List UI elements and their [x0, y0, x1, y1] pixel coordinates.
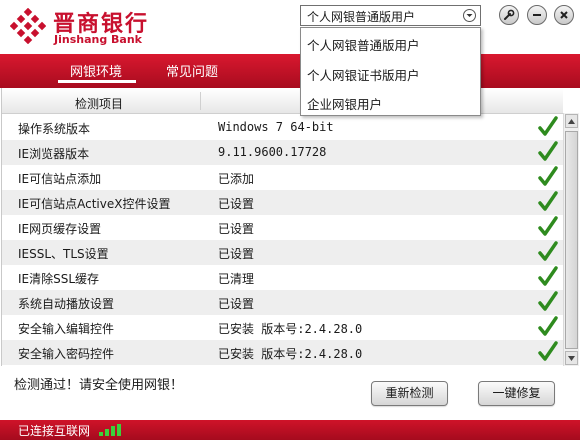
tab-faq[interactable]: 常见问题	[166, 61, 218, 80]
check-item-label: IE浏览器版本	[18, 147, 90, 161]
user-type-option[interactable]: 个人网银普通版用户	[307, 35, 420, 54]
table-row: IE可信站点添加 已添加	[2, 165, 563, 190]
table-row: 系统自动播放设置 已设置	[2, 290, 563, 315]
check-item-status: 已设置	[218, 297, 255, 311]
check-icon	[538, 266, 558, 286]
signal-icon	[99, 424, 121, 436]
user-type-select[interactable]: 个人网银普通版用户	[300, 5, 481, 26]
check-icon	[538, 166, 558, 186]
check-item-status: 已设置	[218, 222, 255, 236]
wrench-icon	[504, 9, 515, 20]
status-bar: 已连接互联网	[0, 420, 580, 440]
check-item-status: 已添加	[218, 172, 255, 186]
check-item-label: IE可信站点添加	[18, 172, 102, 186]
connection-status: 已连接互联网	[18, 424, 91, 438]
check-icon	[538, 241, 558, 261]
check-item-status: 已安装 版本号:2.4.28.0	[218, 322, 363, 336]
table-row: IE网页缓存设置 已设置	[2, 215, 563, 240]
scroll-down-button[interactable]	[565, 351, 578, 365]
check-item-status: 已安装 版本号:2.4.28.0	[218, 347, 363, 361]
table-scrollbar[interactable]	[563, 113, 579, 366]
check-item-label: IESSL、TLS设置	[18, 247, 109, 261]
table-row: 安全输入密码控件 已安装 版本号:2.4.28.0	[2, 340, 563, 365]
table-row: IE清除SSL缓存 已清理	[2, 265, 563, 290]
check-icon	[538, 316, 558, 336]
table-row: 安全输入编辑控件 已安装 版本号:2.4.28.0	[2, 315, 563, 340]
check-item-status: 已清理	[218, 272, 255, 286]
chevron-down-icon[interactable]	[463, 9, 476, 22]
tab-environment[interactable]: 网银环境	[70, 61, 122, 80]
check-item-label: 安全输入密码控件	[18, 347, 115, 361]
check-item-status: 已设置	[218, 247, 255, 261]
check-item-label: IE网页缓存设置	[18, 222, 102, 236]
user-type-selected: 个人网银普通版用户	[307, 10, 416, 24]
minimize-button[interactable]	[527, 5, 547, 25]
bank-logo-icon	[10, 8, 46, 44]
one-click-repair-button[interactable]: 一键修复	[478, 381, 555, 406]
check-item-label: 系统自动播放设置	[18, 297, 115, 311]
check-item-status: 已设置	[218, 197, 255, 211]
check-icon	[538, 141, 558, 161]
check-item-label: IE清除SSL缓存	[18, 272, 100, 286]
check-icon	[538, 216, 558, 236]
tools-button[interactable]	[499, 5, 519, 25]
table-row: 操作系统版本 Windows 7 64-bit	[2, 115, 563, 140]
close-button[interactable]	[554, 5, 574, 25]
check-icon	[538, 116, 558, 136]
user-type-option[interactable]: 个人网银证书版用户	[307, 65, 420, 84]
check-item-label: 操作系统版本	[18, 122, 91, 136]
active-tab-indicator	[58, 80, 136, 83]
bank-logo: 晋商银行 Jinshang Bank	[10, 6, 200, 48]
check-item-label: 安全输入编辑控件	[18, 322, 115, 336]
recheck-button[interactable]: 重新检测	[371, 381, 448, 406]
chevron-up-icon	[568, 118, 575, 124]
result-message: 检测通过！请安全使用网银！	[14, 378, 184, 393]
check-item-label: IE可信站点ActiveX控件设置	[18, 197, 171, 211]
user-type-option[interactable]: 企业网银用户	[307, 94, 382, 113]
scrollbar-thumb[interactable]	[565, 131, 578, 349]
check-icon	[538, 341, 558, 361]
chevron-down-icon	[568, 355, 575, 361]
minimize-icon	[533, 14, 541, 16]
check-icon	[538, 191, 558, 211]
header-divider	[200, 92, 201, 110]
user-type-menu: 个人网银普通版用户 个人网银证书版用户 企业网银用户	[300, 27, 481, 116]
table-row: IE浏览器版本 9.11.9600.17728	[2, 140, 563, 165]
bank-name-en: Jinshang Bank	[54, 33, 142, 46]
table-row: IESSL、TLS设置 已设置	[2, 240, 563, 265]
close-icon	[560, 11, 568, 19]
title-bar: 晋商银行 Jinshang Bank 个人网银普通版用户	[0, 0, 580, 54]
check-item-status: 9.11.9600.17728	[218, 145, 327, 159]
check-item-status: Windows 7 64-bit	[218, 120, 334, 134]
scroll-up-button[interactable]	[565, 114, 578, 128]
table-row: IE可信站点ActiveX控件设置 已设置	[2, 190, 563, 215]
table-header-item: 检测项目	[75, 97, 124, 111]
check-icon	[538, 291, 558, 311]
